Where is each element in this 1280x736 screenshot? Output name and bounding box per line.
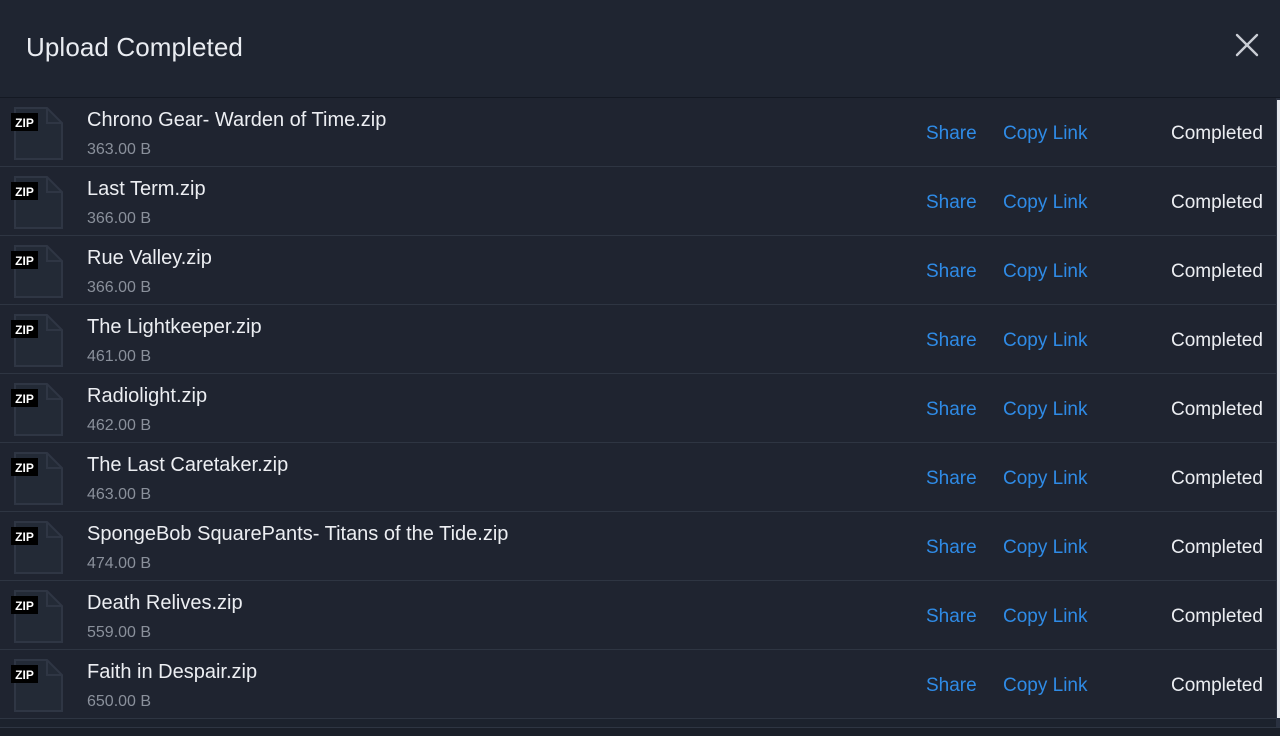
zip-file-icon: ZIP xyxy=(11,174,65,230)
zip-badge-label: ZIP xyxy=(15,461,34,475)
file-name: Radiolight.zip xyxy=(87,385,208,407)
upload-row: ZIP Faith in Despair.zip 650.00 B Share Copy… xyxy=(0,650,1276,719)
file-size: 474.00 B xyxy=(87,555,152,572)
share-link[interactable]: Share xyxy=(926,122,977,146)
copy-link-button[interactable]: Copy Link xyxy=(1003,191,1088,215)
status-label: Completed xyxy=(1171,123,1263,144)
file-name: Chrono Gear- Warden of Time.zip xyxy=(87,109,387,131)
zip-badge-label: ZIP xyxy=(15,116,34,130)
zip-badge-label: ZIP xyxy=(15,392,34,406)
file-size: 559.00 B xyxy=(87,624,152,641)
zip-badge-label: ZIP xyxy=(15,530,34,544)
status-label: Completed xyxy=(1171,399,1263,420)
upload-row: ZIP SpongeBob SquarePants- Titans of the … xyxy=(0,512,1276,581)
share-link[interactable]: Share xyxy=(926,191,977,215)
share-link[interactable]: Share xyxy=(926,467,977,491)
file-name: Rue Valley.zip xyxy=(87,247,212,269)
file-size: 462.00 B xyxy=(87,417,152,434)
share-link[interactable]: Share xyxy=(926,674,977,698)
upload-row: ZIP Last Term.zip 366.00 B Share Copy Link Co… xyxy=(0,167,1276,236)
status-label: Completed xyxy=(1171,261,1263,282)
file-size: 366.00 B xyxy=(87,279,152,296)
zip-badge-label: ZIP xyxy=(15,254,34,268)
upload-row: ZIP Chrono Gear- Warden of Time.zip 363.00… xyxy=(0,98,1276,167)
upload-row: ZIP The Last Caretaker.zip 463.00 B Share Co… xyxy=(0,443,1276,512)
file-name: Faith in Despair.zip xyxy=(87,661,258,683)
zip-file-icon: ZIP xyxy=(11,381,65,437)
zip-file-icon: ZIP xyxy=(11,450,65,506)
copy-link-button[interactable]: Copy Link xyxy=(1003,329,1088,353)
file-name: Last Term.zip xyxy=(87,178,206,200)
dialog-header: Upload Completed xyxy=(0,0,1280,98)
file-size: 366.00 B xyxy=(87,210,152,227)
upload-row: ZIP Radiolight.zip 462.00 B Share Copy Link C… xyxy=(0,374,1276,443)
copy-link-button[interactable]: Copy Link xyxy=(1003,467,1088,491)
status-label: Completed xyxy=(1171,330,1263,351)
status-label: Completed xyxy=(1171,537,1263,558)
upload-row: ZIP The Lightkeeper.zip 461.00 B Share Copy … xyxy=(0,305,1276,374)
copy-link-button[interactable]: Copy Link xyxy=(1003,674,1088,698)
zip-badge-label: ZIP xyxy=(15,185,34,199)
zip-file-icon: ZIP xyxy=(11,243,65,299)
share-link[interactable]: Share xyxy=(926,260,977,284)
copy-link-button[interactable]: Copy Link xyxy=(1003,536,1088,560)
upload-row: ZIP Death Relives.zip 559.00 B Share Copy Li… xyxy=(0,581,1276,650)
copy-link-button[interactable]: Copy Link xyxy=(1003,398,1088,422)
file-size: 363.00 B xyxy=(87,141,152,158)
file-name: Death Relives.zip xyxy=(87,592,243,614)
status-label: Completed xyxy=(1171,468,1263,489)
zip-file-icon: ZIP xyxy=(11,588,65,644)
status-label: Completed xyxy=(1171,675,1263,696)
share-link[interactable]: Share xyxy=(926,536,977,560)
upload-list[interactable]: ZIP Chrono Gear- Warden of Time.zip 363.00… xyxy=(0,98,1280,735)
zip-file-icon: ZIP xyxy=(11,105,65,161)
copy-link-button[interactable]: Copy Link xyxy=(1003,260,1088,284)
zip-file-icon: ZIP xyxy=(11,312,65,368)
close-button[interactable] xyxy=(1230,28,1264,62)
upload-dialog: Upload Completed ZIP Chrono Gear- Warden … xyxy=(0,0,1280,736)
zip-badge-label: ZIP xyxy=(15,668,34,682)
copy-link-button[interactable]: Copy Link xyxy=(1003,122,1088,146)
status-label: Completed xyxy=(1171,606,1263,627)
upload-row: ZIP Rue Valley.zip 366.00 B Share Copy Link C… xyxy=(0,236,1276,305)
share-link[interactable]: Share xyxy=(926,329,977,353)
file-size: 650.00 B xyxy=(87,693,152,710)
zip-badge-label: ZIP xyxy=(15,599,34,613)
file-name: The Lightkeeper.zip xyxy=(87,316,262,338)
status-label: Completed xyxy=(1171,192,1263,213)
file-name: The Last Caretaker.zip xyxy=(87,454,289,476)
file-name: SpongeBob SquarePants- Titans of the Tid… xyxy=(87,523,509,545)
close-icon xyxy=(1235,33,1259,57)
copy-link-button[interactable]: Copy Link xyxy=(1003,605,1088,629)
file-size: 461.00 B xyxy=(87,348,152,365)
zip-badge-label: ZIP xyxy=(15,323,34,337)
zip-file-icon: ZIP xyxy=(11,519,65,575)
dialog-title: Upload Completed xyxy=(26,32,243,62)
zip-file-icon: ZIP xyxy=(11,657,65,713)
file-size: 463.00 B xyxy=(87,486,152,503)
share-link[interactable]: Share xyxy=(926,605,977,629)
share-link[interactable]: Share xyxy=(926,398,977,422)
